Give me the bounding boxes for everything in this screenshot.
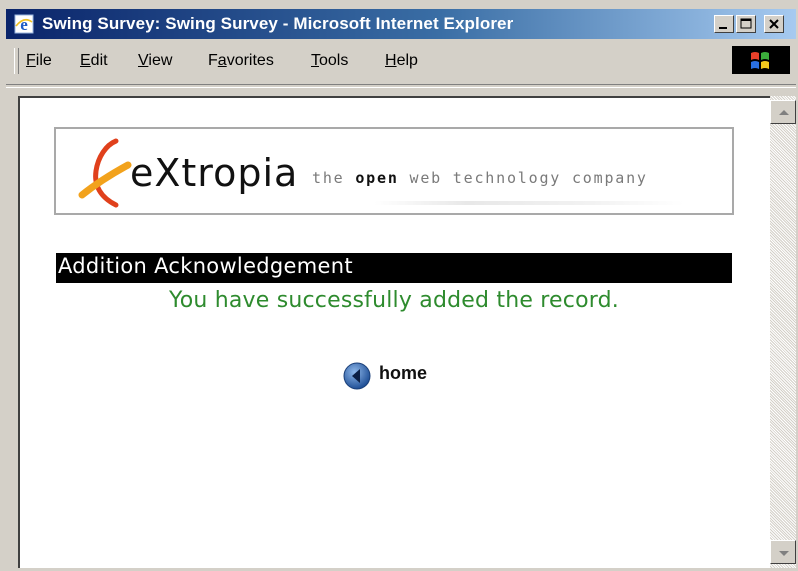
ie-icon: e bbox=[14, 14, 34, 34]
menu-separator bbox=[6, 84, 796, 88]
success-message: You have successfully added the record. bbox=[169, 288, 619, 313]
menu-file-accel: F bbox=[26, 52, 36, 69]
menu-help-label: elp bbox=[396, 52, 418, 69]
extropia-logo-icon bbox=[76, 135, 136, 216]
home-label: home bbox=[379, 363, 428, 383]
close-button[interactable] bbox=[764, 15, 784, 33]
maximize-button[interactable] bbox=[736, 15, 756, 33]
tagline: the open web technology company bbox=[312, 169, 648, 187]
menu-favorites[interactable]: Favorites bbox=[208, 52, 274, 70]
tagline-underline bbox=[374, 201, 684, 205]
arrow-down-icon bbox=[779, 551, 789, 556]
arrow-up-icon bbox=[779, 110, 789, 115]
menu-tools-accel: T bbox=[311, 52, 319, 69]
menu-edit-label: dit bbox=[90, 52, 108, 69]
minimize-icon bbox=[719, 27, 727, 29]
menu-edit[interactable]: Edit bbox=[80, 52, 108, 70]
vertical-scrollbar[interactable] bbox=[770, 96, 796, 568]
menu-help-accel: H bbox=[385, 52, 397, 69]
menu-view-label: iew bbox=[148, 52, 173, 69]
browser-window: e Swing Survey: Swing Survey - Microsoft… bbox=[0, 0, 798, 571]
menu-grip[interactable] bbox=[14, 48, 19, 74]
scroll-down-button[interactable] bbox=[770, 540, 796, 564]
tagline-post: web technology company bbox=[398, 169, 648, 187]
window-title: Swing Survey: Swing Survey - Microsoft I… bbox=[42, 14, 514, 33]
page-heading: Addition Acknowledgement bbox=[58, 254, 353, 278]
tagline-pre: the bbox=[312, 169, 356, 187]
scroll-up-button[interactable] bbox=[770, 100, 796, 124]
menu-file-label: ile bbox=[35, 52, 52, 69]
menu-file[interactable]: File bbox=[26, 52, 52, 70]
tagline-open: open bbox=[355, 169, 399, 187]
minimize-button[interactable] bbox=[714, 15, 734, 33]
menu-edit-accel: E bbox=[80, 52, 91, 69]
heading-bar: Addition Acknowledgement bbox=[56, 253, 732, 283]
menu-favorites-pre: F bbox=[208, 52, 218, 69]
menu-tools-label: ools bbox=[319, 52, 349, 69]
menu-view[interactable]: View bbox=[138, 52, 172, 70]
menu-favorites-label: vorites bbox=[226, 52, 274, 69]
back-arrow-icon bbox=[343, 362, 371, 390]
maximize-icon bbox=[740, 18, 752, 29]
close-icon bbox=[769, 19, 779, 29]
menu-bar: File Edit View Favorites Tools Help bbox=[6, 40, 796, 80]
svg-text:e: e bbox=[20, 15, 28, 34]
extropia-banner: eXtropia the open web technology company bbox=[54, 127, 734, 215]
windows-logo-icon bbox=[732, 46, 790, 74]
title-bar[interactable]: e Swing Survey: Swing Survey - Microsoft… bbox=[6, 9, 796, 39]
menu-help[interactable]: Help bbox=[385, 52, 418, 70]
menu-view-accel: V bbox=[138, 52, 149, 69]
menu-favorites-accel: a bbox=[217, 52, 227, 69]
brand-name: eXtropia bbox=[130, 151, 299, 195]
menu-tools[interactable]: Tools bbox=[311, 52, 348, 70]
